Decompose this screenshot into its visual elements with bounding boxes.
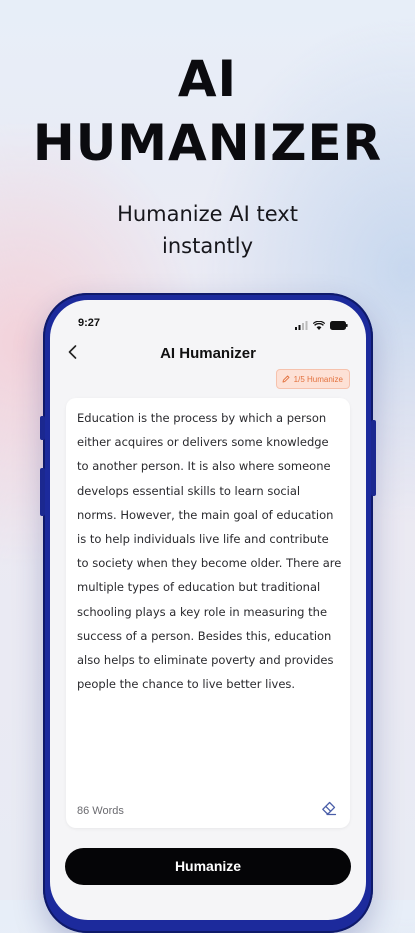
status-icons bbox=[295, 317, 348, 335]
hero-subtitle-line1: Humanize AI text bbox=[117, 202, 298, 226]
clear-text-button[interactable] bbox=[320, 801, 338, 819]
battery-icon bbox=[330, 317, 348, 335]
hero-subtitle-line2: instantly bbox=[162, 234, 253, 258]
hero-title-line2: HUMANIZER bbox=[32, 114, 383, 172]
word-count: 86 Words bbox=[77, 805, 124, 817]
phone-side-button bbox=[40, 468, 45, 516]
input-text[interactable]: Education is the process by which a pers… bbox=[77, 406, 343, 696]
status-time: 9:27 bbox=[78, 317, 101, 329]
text-editor-card[interactable]: Education is the process by which a pers… bbox=[66, 398, 350, 828]
usage-badge-label: 1/5 Humanize bbox=[293, 374, 343, 384]
eraser-icon bbox=[321, 800, 337, 821]
phone-screen: 9:27 AI Humanizer 1/5 Humanize Education… bbox=[50, 300, 366, 920]
hero-title-line1: AI bbox=[177, 50, 238, 108]
signal-icon bbox=[295, 317, 308, 335]
usage-badge: 1/5 Humanize bbox=[275, 369, 350, 389]
phone-side-button bbox=[40, 416, 45, 440]
pencil-icon bbox=[282, 370, 290, 388]
phone-side-button bbox=[371, 420, 376, 496]
humanize-button[interactable]: Humanize bbox=[65, 848, 351, 885]
page-title: AI Humanizer bbox=[160, 345, 256, 362]
wifi-icon bbox=[312, 317, 326, 335]
